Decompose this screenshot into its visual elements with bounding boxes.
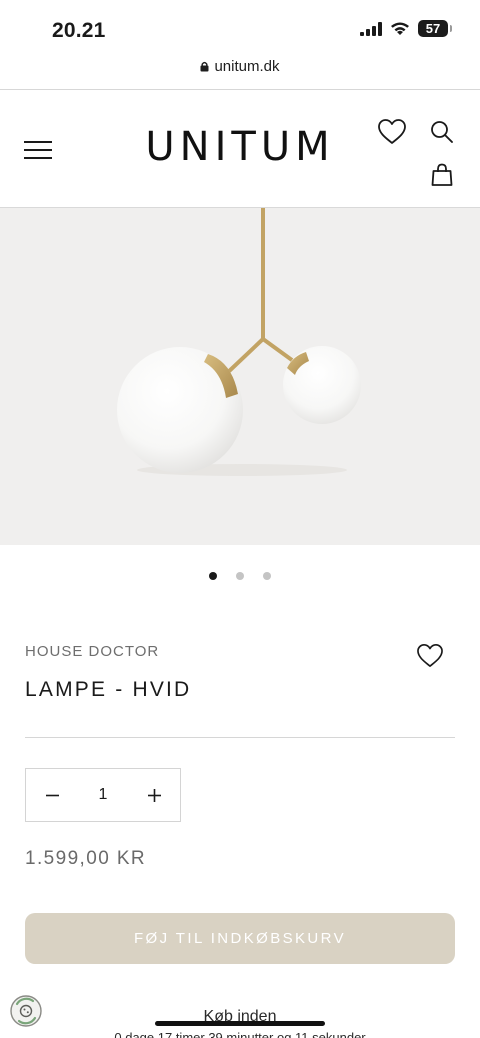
lock-icon (200, 61, 209, 71)
status-time: 20.21 (52, 19, 106, 42)
minus-icon (45, 794, 59, 796)
add-to-cart-label: FØJ TIL INDKØBSKURV (133, 930, 347, 947)
battery-cap (450, 25, 452, 32)
site-logo[interactable]: UNITUM (0, 124, 480, 170)
add-to-cart-button[interactable]: FØJ TIL INDKØBSKURV (25, 913, 455, 964)
site-header: UNITUM (0, 90, 480, 207)
pagination-dot-2[interactable] (236, 572, 244, 580)
shopping-bag-icon[interactable] (431, 163, 453, 187)
wifi-icon (391, 22, 409, 35)
status-bar: 20.21 57 (0, 0, 480, 52)
lamp-illustration (117, 208, 361, 476)
home-indicator (155, 1021, 325, 1026)
product-price: 1.599,00 KR (25, 848, 147, 869)
search-icon[interactable] (430, 120, 454, 144)
battery-icon: 57 (418, 20, 452, 37)
product-brand[interactable]: HOUSE DOCTOR (25, 643, 159, 660)
wishlist-heart-icon[interactable] (377, 118, 407, 145)
plus-icon (147, 788, 161, 802)
product-title: LAMPE - HVID (25, 678, 192, 701)
pagination-dot-3[interactable] (263, 572, 271, 580)
quantity-increase-button[interactable] (128, 769, 180, 821)
signal-icon (360, 21, 382, 36)
quantity-value[interactable]: 1 (78, 769, 128, 821)
quantity-stepper: 1 (25, 768, 181, 822)
quantity-decrease-button[interactable] (26, 769, 78, 821)
image-pagination (0, 572, 480, 580)
product-image[interactable] (0, 208, 480, 545)
delivery-countdown-detail: 0 dage 17 timer 39 minutter og 11 sekund… (114, 1030, 366, 1038)
product-wishlist-heart-icon[interactable] (416, 643, 444, 668)
address-bar[interactable]: unitum.dk (0, 54, 480, 78)
status-icons: 57 (360, 20, 452, 37)
pagination-dot-1[interactable] (209, 572, 217, 580)
battery-level: 57 (425, 21, 441, 36)
product-divider (25, 737, 455, 738)
url-text: unitum.dk (214, 57, 280, 75)
